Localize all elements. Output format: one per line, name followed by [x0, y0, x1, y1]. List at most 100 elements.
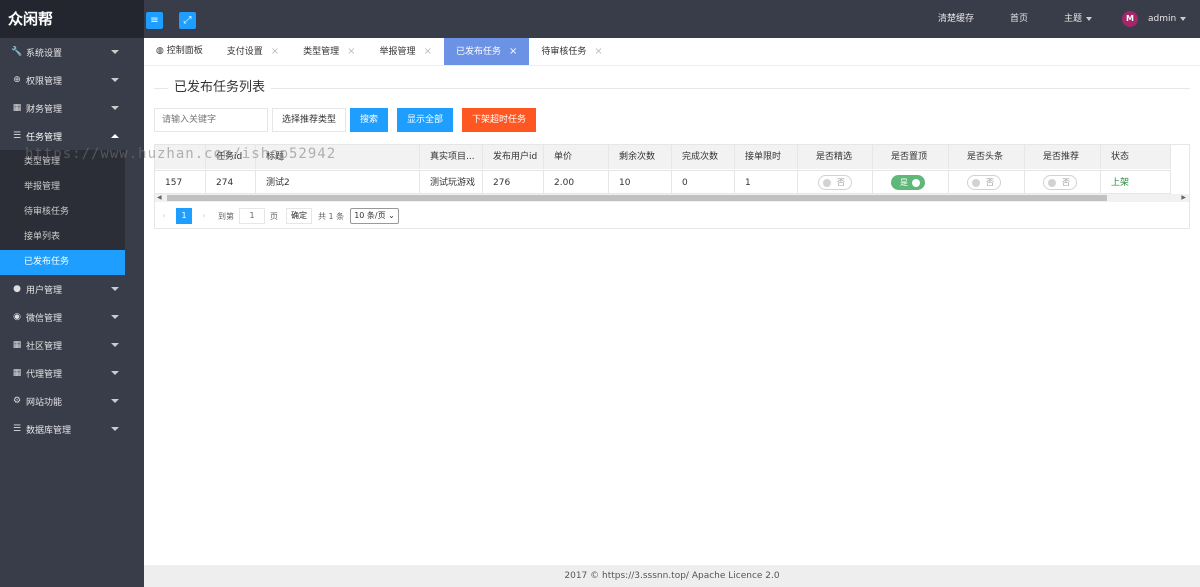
cell-project: 测试玩游戏 [420, 171, 483, 193]
submenu-item-pending[interactable]: 待审核任务 [0, 200, 125, 225]
submenu-item-orders[interactable]: 接单列表 [0, 225, 125, 250]
tab-label: 已发布任务 [455, 47, 501, 57]
scrollbar-thumb[interactable] [167, 195, 1107, 201]
chevron-down-icon [111, 106, 119, 110]
page-title: 已发布任务列表 [168, 80, 272, 96]
select-type-button[interactable]: 选择推荐类型 [272, 108, 347, 132]
close-icon[interactable]: × [424, 46, 432, 57]
column-header: 是否推荐 [1025, 145, 1101, 169]
chevron-down-icon [111, 315, 119, 319]
column-header: 剩余次数 [609, 145, 672, 169]
sidebar-item-users[interactable]: ● 用户管理 [0, 275, 144, 303]
chevron-down-icon [111, 399, 119, 403]
search-input[interactable] [154, 108, 268, 132]
cell-index: 157 [155, 171, 206, 193]
tab-type[interactable]: 类型管理 × [291, 38, 367, 65]
main-content: 已发布任务列表 选择推荐类型 搜索 显示全部 下架超时任务 任务id 标题 真实… [144, 66, 1200, 565]
sidebar-item-label: 数据库管理 [26, 425, 72, 436]
column-header: 真实项目... [420, 145, 483, 169]
avatar[interactable]: M [1122, 11, 1138, 27]
pagination: ‹ 1 › 到第 1 页 确定 共 1 条 10 条/页 ⌄ [154, 207, 399, 225]
sidebar-item-permission[interactable]: ⊕ 权限管理 [0, 66, 144, 94]
sidebar-item-agent[interactable]: ▦ 代理管理 [0, 359, 144, 387]
close-icon[interactable]: × [594, 46, 602, 57]
chevron-down-icon [111, 50, 119, 54]
section-header: 已发布任务列表 [154, 80, 1190, 96]
table-icon: ▦ [12, 340, 22, 350]
submenu-item-published[interactable]: 已发布任务 [0, 250, 125, 275]
cell-headline: 否 [949, 171, 1025, 193]
remove-expired-button[interactable]: 下架超时任务 [462, 108, 537, 132]
caret-down-icon [1180, 16, 1187, 21]
featured-toggle[interactable]: 否 [818, 175, 852, 190]
status-badge[interactable]: 上架 [1101, 171, 1171, 193]
theme-menu[interactable]: 主题 [1064, 0, 1093, 38]
globe-icon: ⊕ [13, 75, 21, 85]
tab-dashboard[interactable]: ◍ 控制面板 [144, 38, 215, 65]
scroll-left-icon[interactable]: ◀ [157, 194, 162, 202]
tab-published[interactable]: 已发布任务 × [443, 38, 530, 65]
tab-label: 类型管理 [303, 47, 340, 57]
tab-report[interactable]: 举报管理 × [368, 38, 444, 65]
tab-pending[interactable]: 待审核任务 × [529, 38, 614, 65]
table-row[interactable]: 157 274 测试2 测试玩游戏 276 2.00 10 0 1 否 是 否 … [155, 170, 1171, 194]
cell-top: 是 [873, 171, 949, 193]
toggle-text: 否 [1062, 178, 1070, 187]
cell-user-id: 276 [483, 171, 544, 193]
cell-title: 测试2 [256, 171, 420, 193]
next-page-icon[interactable]: › [196, 208, 212, 224]
wrench-icon: 🔧 [11, 47, 23, 57]
fullscreen-button[interactable]: ⤢ [179, 12, 196, 29]
top-toggle[interactable]: 是 [891, 175, 925, 190]
top-header: ≡ ⤢ 清楚缓存 首页 主题 M admin [144, 0, 1200, 38]
task-submenu: 类型管理 举报管理 待审核任务 接单列表 已发布任务 [0, 150, 125, 275]
sidebar-item-community[interactable]: ▦ 社区管理 [0, 331, 144, 359]
search-button[interactable]: 搜索 [350, 108, 389, 132]
sidebar-item-finance[interactable]: ▦ 财务管理 [0, 94, 144, 122]
sidebar-item-label: 权限管理 [26, 76, 63, 87]
sidebar-item-wechat[interactable]: ◉ 微信管理 [0, 303, 144, 331]
chevron-down-icon [111, 371, 119, 375]
close-icon[interactable]: × [509, 46, 517, 57]
page-number[interactable]: 1 [176, 208, 192, 224]
user-menu[interactable]: admin [1148, 0, 1187, 38]
column-header: 完成次数 [672, 145, 735, 169]
submenu-item-report[interactable]: 举报管理 [0, 175, 125, 200]
close-icon[interactable]: × [347, 46, 355, 57]
cell-task-id: 274 [206, 171, 256, 193]
menu-toggle-button[interactable]: ≡ [146, 12, 163, 29]
page-size-value: 10 条/页 [354, 211, 386, 220]
show-all-button[interactable]: 显示全部 [397, 108, 454, 132]
cell-completed: 0 [672, 171, 735, 193]
headline-toggle[interactable]: 否 [967, 175, 1001, 190]
database-icon: ☰ [12, 424, 22, 434]
toggle-knob [972, 179, 980, 187]
sidebar-item-database[interactable]: ☰ 数据库管理 [0, 415, 144, 443]
page-size-select[interactable]: 10 条/页 ⌄ [350, 208, 399, 224]
total-count: 共 1 条 [318, 211, 345, 221]
tab-label: 控制面板 [166, 46, 203, 56]
sidebar-item-label: 系统设置 [26, 48, 63, 59]
recommend-toggle[interactable]: 否 [1043, 175, 1077, 190]
clear-cache-link[interactable]: 清楚缓存 [938, 0, 974, 38]
scroll-right-icon[interactable]: ▶ [1181, 194, 1186, 202]
page-tabs: ◍ 控制面板 支付设置 × 类型管理 × 举报管理 × 已发布任务 × 待审核任务 × [144, 38, 1200, 66]
prev-page-icon[interactable]: ‹ [156, 208, 172, 224]
column-header: 发布用户id [483, 145, 544, 169]
page-input[interactable]: 1 [239, 208, 265, 224]
chevron-down-icon [111, 427, 119, 431]
close-icon[interactable]: × [271, 46, 279, 57]
divider [154, 88, 1190, 89]
expand-icon: ⤢ [183, 15, 192, 26]
home-link[interactable]: 首页 [1010, 0, 1028, 38]
sidebar-item-website[interactable]: ⚙ 网站功能 [0, 387, 144, 415]
goto-ok-button[interactable]: 确定 [286, 208, 312, 224]
sidebar-item-system[interactable]: 🔧 系统设置 [0, 38, 144, 66]
cell-recommend: 否 [1025, 171, 1101, 193]
chevron-up-icon [111, 134, 119, 138]
tab-payment[interactable]: 支付设置 × [215, 38, 291, 65]
column-header: 状态 [1101, 145, 1171, 169]
chat-icon: ◉ [13, 312, 21, 322]
horizontal-scrollbar[interactable]: ◀ ▶ [155, 194, 1189, 202]
sidebar-item-label: 财务管理 [26, 104, 63, 115]
